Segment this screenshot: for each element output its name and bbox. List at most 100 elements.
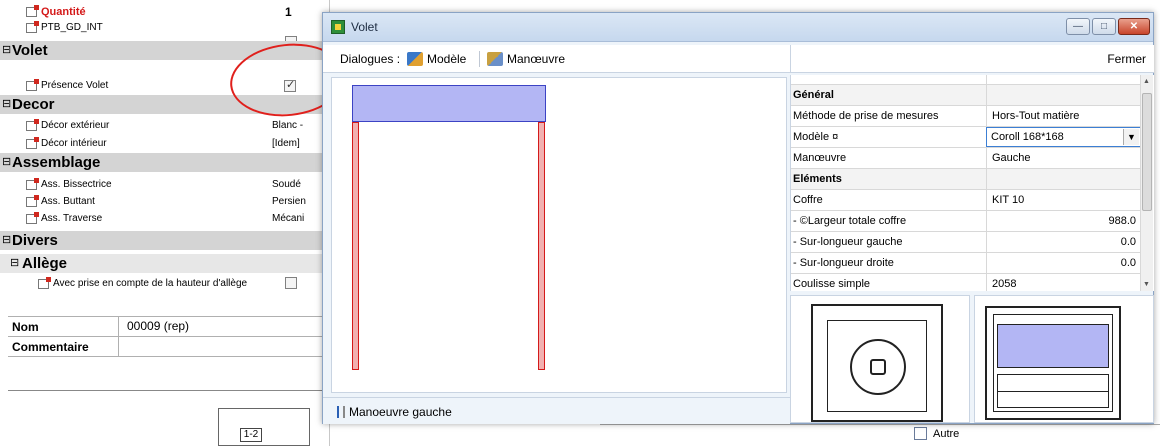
prop-row-decor-exterieur[interactable]: Décor extérieur Blanc - [0,118,330,134]
motor-preview-panel [790,295,970,423]
prop-row-sur-longueur-gauche[interactable]: - Sur-longueur gauche 0.0 [791,232,1141,253]
manoeuvre-button[interactable]: Manœuvre [485,49,565,69]
property-icon [26,195,39,207]
prop-value: Mécani [272,213,305,224]
collapse-icon: ⊟ [10,257,20,269]
modele-button[interactable]: Modèle [405,49,466,69]
scroll-up-icon[interactable]: ▲ [1143,78,1150,85]
prop-value[interactable]: KIT 10 [986,190,1141,210]
autre-label: Autre [933,428,960,440]
group-assemblage[interactable]: ⊟ Assemblage [0,153,330,172]
section-general: Général [791,85,1141,106]
minimize-button[interactable]: — [1066,18,1090,35]
motor-housing [827,320,927,412]
group-title: Decor [12,96,55,113]
coffre-shape [352,85,546,122]
prop-value [986,75,1141,84]
prop-label: Décor extérieur [41,120,110,131]
group-title: Assemblage [12,154,101,171]
prop-label: Quantité [41,6,86,18]
prop-row-ptb[interactable]: PTB_GD_INT [0,20,330,36]
prop-row-manoeuvre[interactable]: Manœuvre Gauche [791,148,1141,169]
drawing-tag: 1-2 [240,428,262,442]
background-bottom-strip [600,424,1160,446]
allege-checkbox[interactable] [285,277,297,289]
prop-label: Présence Volet [41,80,109,91]
motor-mechanism-image [811,304,943,422]
prop-value [986,169,1141,189]
group-divers[interactable]: ⊟ Divers [0,231,330,250]
group-title: Volet [12,42,48,59]
collapse-icon: ⊟ [2,98,12,110]
window-titlebar[interactable]: Volet — □ ✕ [323,13,1153,42]
prop-value [986,85,1141,105]
volet-preview-canvas[interactable] [331,77,787,393]
window-glass [997,324,1109,368]
dialog-toolbar: Dialogues : Modèle Manœuvre [323,45,790,73]
prop-row-coffre[interactable]: Coffre KIT 10 [791,190,1141,211]
prop-label: Décor intérieur [41,138,107,149]
prop-value[interactable]: 0.0 [986,253,1141,273]
prop-row-largeur[interactable]: - ©Largeur totale coffre 988.0 [791,211,1141,232]
autre-checkbox[interactable] [914,427,927,440]
window-lower-pane [997,374,1109,408]
prop-row-methode[interactable]: Méthode de prise de mesures Hors-Tout ma… [791,106,1141,127]
prop-row-allege-option[interactable]: Avec prise en compte de la hauteur d'all… [0,276,330,292]
nom-value[interactable]: 00009 (rep) [118,317,189,336]
property-icon [26,178,39,190]
modele-dropdown-value: Coroll 168*168 [991,131,1064,143]
group-allege[interactable]: ⊟ Allège [0,254,330,273]
property-icon [38,277,51,289]
prop-value: Soudé [272,179,301,190]
close-button[interactable]: ✕ [1118,18,1150,35]
status-text: Manoeuvre gauche [349,405,452,419]
commentaire-value[interactable] [118,337,127,356]
motor-hub [870,359,886,375]
window-preview-panel [974,295,1154,423]
prop-label: Ass. Bissectrice [41,179,112,190]
prop-row-coulisse[interactable]: Coulisse simple 2058 [791,274,1141,291]
window-title: Volet [351,20,378,34]
prop-label: Avec prise en compte de la hauteur d'all… [53,278,248,289]
prop-value[interactable]: 0.0 [986,232,1141,252]
info-row-commentaire[interactable]: Commentaire [8,337,328,357]
prop-label: Méthode de prise de mesures [793,110,939,122]
section-title: Eléments [793,173,842,185]
prop-row-decor-interieur[interactable]: Décor intérieur [Idem] [0,136,330,152]
prop-row-modele[interactable]: Modèle ¤ Coroll 168*168 ▼ [791,127,1141,148]
prop-value[interactable]: 2058 [986,274,1141,291]
fermer-button[interactable]: Fermer [1107,52,1146,66]
prop-row-quantite[interactable]: Quantité 1 [0,4,330,20]
prop-row-ass-bissectrice[interactable]: Ass. Bissectrice Soudé [0,177,330,193]
prop-row-ass-buttant[interactable]: Ass. Buttant Persien [0,194,330,210]
section-elements: Eléments [791,169,1141,190]
prop-row-ass-traverse[interactable]: Ass. Traverse Mécani [0,211,330,227]
chevron-down-icon[interactable]: ▼ [1123,129,1139,145]
prop-row-sur-longueur-droite[interactable]: - Sur-longueur droite 0.0 [791,253,1141,274]
modele-button-label: Modèle [427,52,467,66]
prop-label: Ass. Traverse [41,213,103,224]
scrollbar-thumb[interactable] [1142,93,1152,211]
modele-icon [407,52,423,66]
modele-dropdown[interactable]: Coroll 168*168 ▼ [986,127,1141,147]
collapse-icon: ⊟ [2,156,12,168]
info-table: Nom 00009 (rep) Commentaire [8,316,328,357]
prop-value[interactable]: 988.0 [986,211,1141,231]
properties-scrollbar[interactable]: ▲ ▼ [1140,75,1153,291]
commentaire-label: Commentaire [12,340,89,354]
property-icon [26,79,39,91]
motor-drum [850,339,906,395]
scroll-down-icon[interactable]: ▼ [1143,281,1150,288]
volet-window: Volet — □ ✕ Dialogues : Modèle Manœuvre … [322,12,1154,424]
window-schematic-image [985,306,1121,420]
prop-value[interactable]: Gauche [986,148,1141,168]
prop-label: - Sur-longueur gauche [793,236,903,248]
prop-label: Coulisse simple [793,278,871,290]
info-row-nom[interactable]: Nom 00009 (rep) [8,317,328,337]
maximize-button[interactable]: □ [1092,18,1116,35]
dialogues-label: Dialogues : [340,52,401,66]
drawing-frame [218,408,310,446]
collapse-icon: ⊟ [2,44,12,56]
prop-value[interactable]: Hors-Tout matière [986,106,1141,126]
property-icon [26,119,39,131]
